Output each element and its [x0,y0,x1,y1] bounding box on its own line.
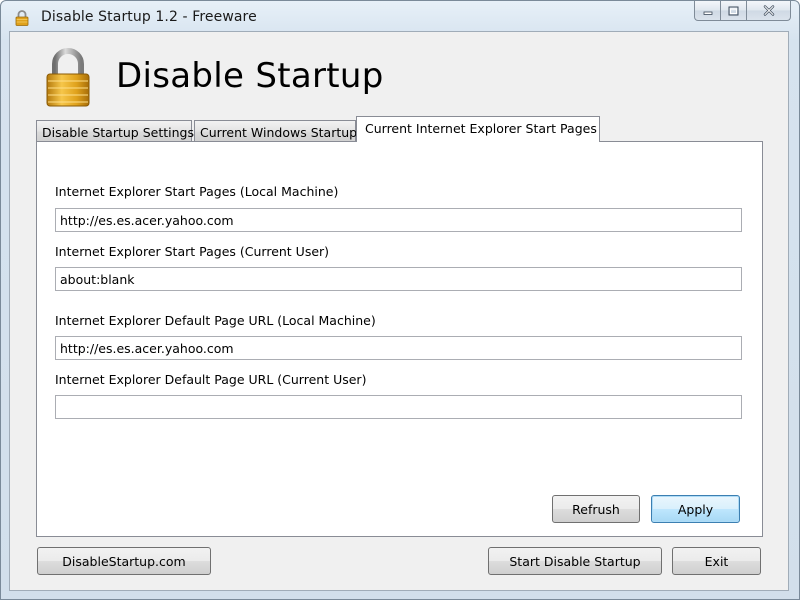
tab-label: Current Internet Explorer Start Pages [365,121,597,136]
ie-default-user-label: Internet Explorer Default Page URL (Curr… [55,372,367,387]
ie-start-user-label: Internet Explorer Start Pages (Current U… [55,244,330,259]
tab-label: Current Windows Startup [200,125,358,140]
title-bar[interactable]: Disable Startup 1.2 - Freeware [1,1,799,31]
maximize-button[interactable] [721,1,747,21]
client-area: Disable Startup Disable Startup Settings… [9,31,789,591]
close-button[interactable] [747,1,791,21]
exit-button[interactable]: Exit [672,547,761,575]
close-icon [763,5,774,16]
minimize-icon [703,11,712,15]
tab-current-windows-startup[interactable]: Current Windows Startup [194,120,358,142]
tab-current-ie-start-pages[interactable]: Current Internet Explorer Start Pages [356,116,600,142]
ie-default-local-label: Internet Explorer Default Page URL (Loca… [55,313,376,328]
ie-start-local-input[interactable] [55,208,742,232]
tab-panel-ie-start-pages: Internet Explorer Start Pages (Local Mac… [36,141,763,537]
app-window: Disable Startup 1.2 - Freeware Disable S… [0,0,800,600]
ie-start-local-label: Internet Explorer Start Pages (Local Mac… [55,184,339,199]
refresh-button[interactable]: Refrush [552,495,640,523]
app-heading: Disable Startup [116,56,384,96]
start-disable-startup-button[interactable]: Start Disable Startup [488,547,662,575]
tab-disable-startup-settings[interactable]: Disable Startup Settings [36,120,194,142]
ie-default-local-input[interactable] [55,336,742,360]
ie-default-user-input[interactable] [55,395,742,419]
ie-start-user-input[interactable] [55,267,742,291]
tab-label: Disable Startup Settings [42,125,194,140]
website-button[interactable]: DisableStartup.com [37,547,211,575]
window-title: Disable Startup 1.2 - Freeware [41,9,257,25]
apply-button[interactable]: Apply [651,495,740,523]
window-controls [694,1,791,23]
padlock-icon [46,48,90,107]
padlock-icon [15,10,29,26]
maximize-icon [728,6,739,15]
minimize-button[interactable] [694,1,721,21]
